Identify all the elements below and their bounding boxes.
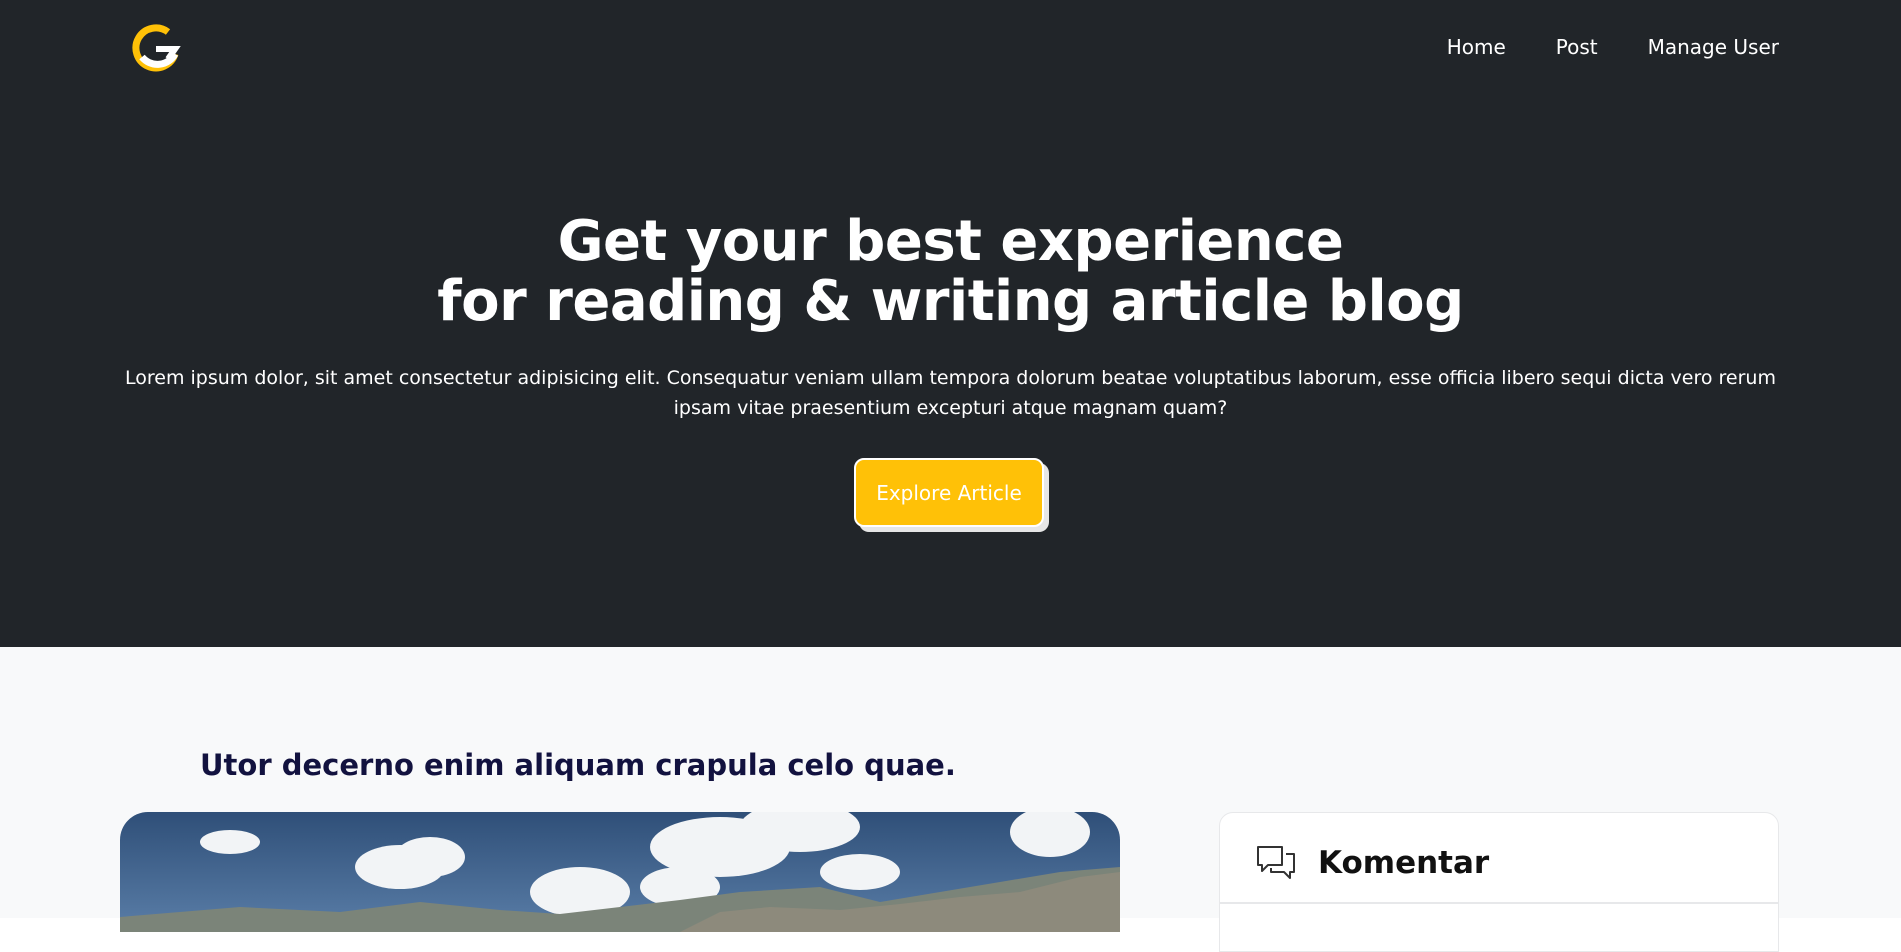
content-section: Utor decerno enim aliquam crapula celo q… (0, 647, 1901, 952)
comments-title: Komentar (1318, 845, 1490, 881)
article-title[interactable]: Utor decerno enim aliquam crapula celo q… (200, 747, 956, 783)
comments-header: Komentar (1220, 813, 1778, 904)
hero-section: Home Post Manage User Get your best expe… (0, 0, 1901, 647)
main-nav: Home Post Manage User (1447, 33, 1779, 61)
nav-link-post[interactable]: Post (1556, 33, 1598, 61)
nav-link-home[interactable]: Home (1447, 33, 1506, 61)
nav-link-manage-user[interactable]: Manage User (1648, 33, 1779, 61)
explore-article-button[interactable]: Explore Article (854, 458, 1044, 527)
chat-bubbles-icon (1257, 846, 1295, 879)
hero-headline-line1: Get your best experience (557, 209, 1344, 274)
hero-headline: Get your best experience for reading & w… (0, 212, 1901, 332)
hero-lede: Lorem ipsum dolor, sit amet consectetur … (125, 367, 1776, 419)
g-arrow-logo-icon[interactable] (130, 21, 182, 73)
article-image[interactable] (120, 812, 1120, 932)
comments-card: Komentar (1219, 812, 1779, 952)
hero-headline-line2: for reading & writing article blog (437, 269, 1464, 334)
